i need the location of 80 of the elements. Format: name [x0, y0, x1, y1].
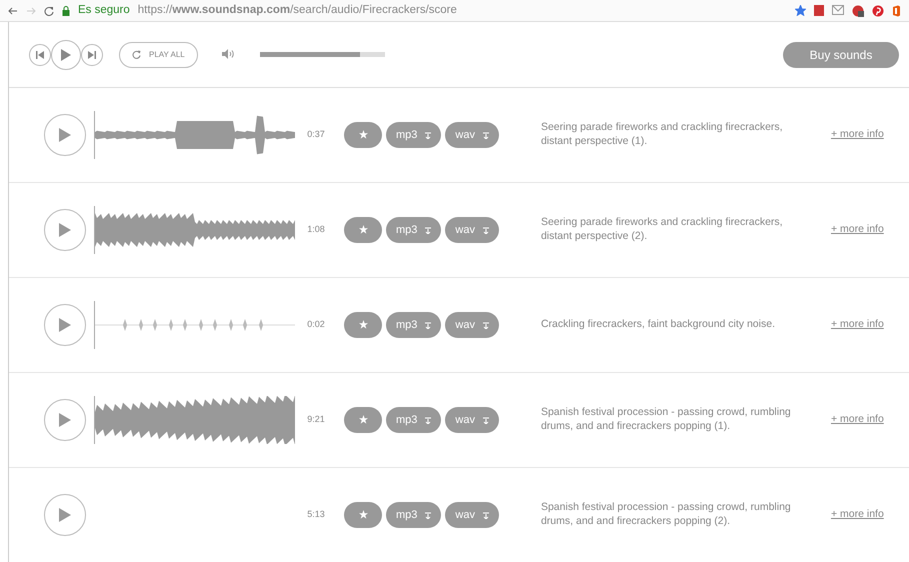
waveform-drawing[interactable]	[94, 396, 296, 444]
play-button[interactable]	[44, 304, 86, 346]
buy-sounds-button[interactable]: Buy sounds	[783, 42, 899, 68]
play-button[interactable]	[44, 494, 86, 536]
reload-icon[interactable]	[44, 6, 54, 16]
duration-label: 0:02	[306, 318, 326, 332]
address-bar[interactable]: https://www.soundsnap.com/search/audio/Firecrackers/score	[138, 2, 787, 20]
duration-label: 5:13	[306, 508, 326, 522]
download-button[interactable]: wav	[445, 122, 499, 148]
play-icon	[59, 318, 71, 332]
previous-icon	[36, 50, 44, 58]
speaker-icon[interactable]	[222, 49, 236, 60]
play-button[interactable]	[51, 40, 81, 70]
sound-description: Spanish festival procession - passing crowd, rumbling drums, and and firecrackers popping (2).	[540, 501, 792, 529]
security-label: Es seguro	[78, 2, 130, 18]
sound-description: Seering parade fireworks and crackling firecrackers, distant perspective (2).	[540, 216, 784, 244]
download-button[interactable]: mp3	[386, 502, 442, 528]
favorite-button[interactable]	[344, 407, 382, 433]
extension-icon[interactable]	[852, 4, 864, 16]
favorite-button[interactable]	[344, 122, 382, 148]
more-info-link[interactable]: + more info	[830, 317, 884, 333]
office-icon[interactable]	[892, 4, 901, 16]
more-info-link[interactable]: + more info	[830, 507, 884, 523]
download-button[interactable]: mp3	[386, 122, 442, 148]
download-icon	[482, 322, 489, 328]
volume-slider[interactable]	[260, 52, 385, 57]
duration-label: 9:21	[306, 413, 326, 426]
download-icon	[482, 512, 489, 518]
next-button[interactable]	[81, 44, 103, 66]
play-button[interactable]	[44, 209, 86, 251]
download-icon	[425, 226, 432, 234]
sound-description: Crackling firecrackers, faint background city noise.	[540, 318, 776, 332]
play-button[interactable]	[44, 399, 86, 441]
waveform-drawing[interactable]	[94, 111, 296, 159]
star-icon	[358, 130, 368, 140]
play-all-button[interactable]: PLAY ALL	[119, 42, 198, 68]
repeat-icon	[132, 50, 141, 59]
waveform-drawing[interactable]	[94, 206, 296, 254]
sound-description: Spanish festival procession - passing crowd, rumbling drums, and and firecrackers popping (1).	[540, 406, 792, 434]
star-icon	[358, 225, 368, 234]
download-icon	[425, 512, 432, 518]
download-button[interactable]: mp3	[386, 312, 442, 338]
play-button[interactable]	[44, 114, 86, 156]
favorite-button[interactable]	[344, 502, 382, 528]
star-icon	[358, 415, 368, 424]
download-icon	[482, 226, 489, 234]
favorite-button[interactable]	[344, 217, 382, 243]
favorite-button[interactable]	[344, 312, 382, 338]
download-button[interactable]: wav	[445, 217, 499, 243]
more-info-link[interactable]: + more info	[830, 412, 884, 428]
play-icon	[59, 223, 71, 237]
previous-button[interactable]	[29, 44, 51, 66]
download-icon	[425, 322, 432, 328]
duration-label: 0:37	[306, 128, 326, 142]
back-icon[interactable]	[8, 6, 18, 16]
more-info-link[interactable]: + more info	[830, 222, 884, 238]
download-icon	[425, 416, 432, 424]
play-icon	[59, 508, 71, 522]
bookmark-star-icon[interactable]	[795, 5, 806, 16]
pin-icon[interactable]	[872, 4, 884, 16]
download-icon	[482, 416, 489, 424]
download-icon	[482, 132, 489, 138]
waveform-drawing[interactable]	[94, 301, 296, 349]
star-icon	[358, 320, 368, 330]
play-icon	[61, 48, 71, 60]
download-button[interactable]: wav	[445, 407, 499, 433]
mail-icon[interactable]	[832, 5, 844, 16]
download-button[interactable]: wav	[445, 312, 499, 338]
download-button[interactable]: mp3	[386, 217, 442, 243]
download-icon	[425, 132, 432, 138]
play-icon	[59, 413, 71, 427]
next-icon	[88, 50, 96, 58]
star-icon	[358, 510, 368, 520]
download-button[interactable]: wav	[445, 502, 499, 528]
play-icon	[59, 128, 71, 142]
lock-icon	[62, 6, 70, 16]
duration-label: 1:08	[306, 223, 326, 236]
download-button[interactable]: mp3	[386, 407, 442, 433]
sound-description: Seering parade fireworks and crackling firecrackers, distant perspective (1).	[540, 121, 784, 149]
more-info-link[interactable]: + more info	[830, 127, 884, 143]
